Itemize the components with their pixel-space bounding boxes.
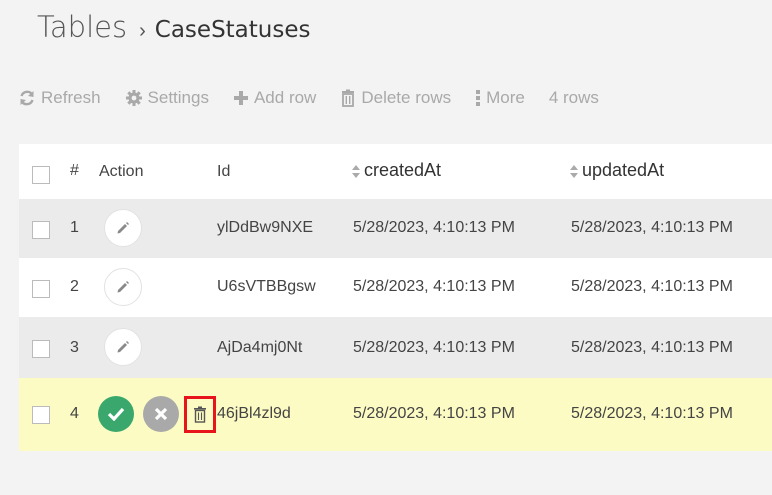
trash-icon <box>342 89 355 107</box>
sort-icon <box>352 164 360 178</box>
row-checkbox[interactable] <box>32 221 50 239</box>
breadcrumb-root[interactable]: Tables <box>37 10 127 44</box>
table-row[interactable]: 3 AjDa4mj0Nt 5/28/2023, 4:10:13 PM 5/28/… <box>19 317 772 378</box>
vertical-dots-icon <box>476 90 481 106</box>
edit-row-button[interactable] <box>104 209 142 247</box>
row-number: 3 <box>70 339 79 356</box>
breadcrumb-separator: › <box>139 20 146 42</box>
edit-row-button[interactable] <box>104 328 142 366</box>
column-header-updatedat-label: updatedAt <box>582 160 665 180</box>
sort-icon <box>570 164 578 178</box>
cancel-button[interactable] <box>143 396 179 432</box>
row-number: 4 <box>70 405 79 422</box>
cell-id: ylDdBw9NXE <box>217 219 314 236</box>
trash-icon <box>194 406 206 423</box>
settings-button[interactable]: Settings <box>125 88 209 108</box>
column-header-index: # <box>70 162 79 179</box>
table-row-editing[interactable]: 4 46jBl4zl9d 5/28/2023, 4:10:13 PM 5/28/… <box>19 378 772 451</box>
pencil-icon <box>117 341 129 353</box>
breadcrumb: Tables › CaseStatuses <box>37 10 311 44</box>
cell-updatedat: 5/28/2023, 4:10:13 PM <box>571 219 733 236</box>
column-header-createdat[interactable]: createdAt <box>352 160 441 181</box>
edit-row-button[interactable] <box>104 268 142 306</box>
cell-createdat: 5/28/2023, 4:10:13 PM <box>353 278 515 295</box>
cell-updatedat: 5/28/2023, 4:10:13 PM <box>571 278 733 295</box>
delete-rows-label: Delete rows <box>361 88 452 107</box>
table-row[interactable]: 1 ylDdBw9NXE 5/28/2023, 4:10:13 PM 5/28/… <box>19 199 772 258</box>
check-icon <box>107 407 125 421</box>
cell-createdat: 5/28/2023, 4:10:13 PM <box>353 219 515 236</box>
add-row-label: Add row <box>253 88 317 107</box>
column-header-createdat-label: createdAt <box>364 160 442 180</box>
select-all-checkbox[interactable] <box>32 166 50 184</box>
page-title: CaseStatuses <box>154 17 311 43</box>
column-header-updatedat[interactable]: updatedAt <box>570 160 664 181</box>
row-checkbox[interactable] <box>32 280 50 298</box>
table-row[interactable]: 2 U6sVTBBgsw 5/28/2023, 4:10:13 PM 5/28/… <box>19 258 772 317</box>
settings-label: Settings <box>147 88 209 107</box>
refresh-icon <box>20 90 34 106</box>
row-number: 2 <box>70 278 79 295</box>
confirm-button[interactable] <box>98 396 134 432</box>
more-label: More <box>486 88 525 107</box>
cell-createdat: 5/28/2023, 4:10:13 PM <box>353 339 515 356</box>
refresh-label: Refresh <box>41 88 101 107</box>
data-table: # Action Id createdAt updatedAt 1 ylDdBw… <box>19 144 772 451</box>
column-header-action: Action <box>99 163 144 180</box>
pencil-icon <box>117 222 129 234</box>
row-count: 4 rows <box>548 88 599 107</box>
column-header-id[interactable]: Id <box>217 163 230 181</box>
gear-icon <box>125 90 142 106</box>
cell-createdat: 5/28/2023, 4:10:13 PM <box>353 405 515 422</box>
row-checkbox[interactable] <box>32 406 50 424</box>
delete-row-button[interactable] <box>184 396 216 433</box>
row-number: 1 <box>70 219 79 236</box>
delete-rows-button[interactable]: Delete rows <box>340 88 451 108</box>
more-button[interactable]: More <box>475 88 525 108</box>
close-icon <box>154 407 168 421</box>
cell-id: U6sVTBBgsw <box>217 278 316 295</box>
plus-icon <box>233 91 248 105</box>
cell-id: AjDa4mj0Nt <box>217 339 303 356</box>
cell-updatedat: 5/28/2023, 4:10:13 PM <box>571 405 733 422</box>
row-checkbox[interactable] <box>32 340 50 358</box>
add-row-button[interactable]: Add row <box>233 88 316 108</box>
cell-updatedat: 5/28/2023, 4:10:13 PM <box>571 339 733 356</box>
toolbar: Refresh Settings Add row Delete rows Mor… <box>18 88 599 108</box>
pencil-icon <box>117 281 129 293</box>
cell-id: 46jBl4zl9d <box>217 405 291 422</box>
refresh-button[interactable]: Refresh <box>18 88 101 108</box>
table-header: # Action Id createdAt updatedAt <box>19 144 772 199</box>
